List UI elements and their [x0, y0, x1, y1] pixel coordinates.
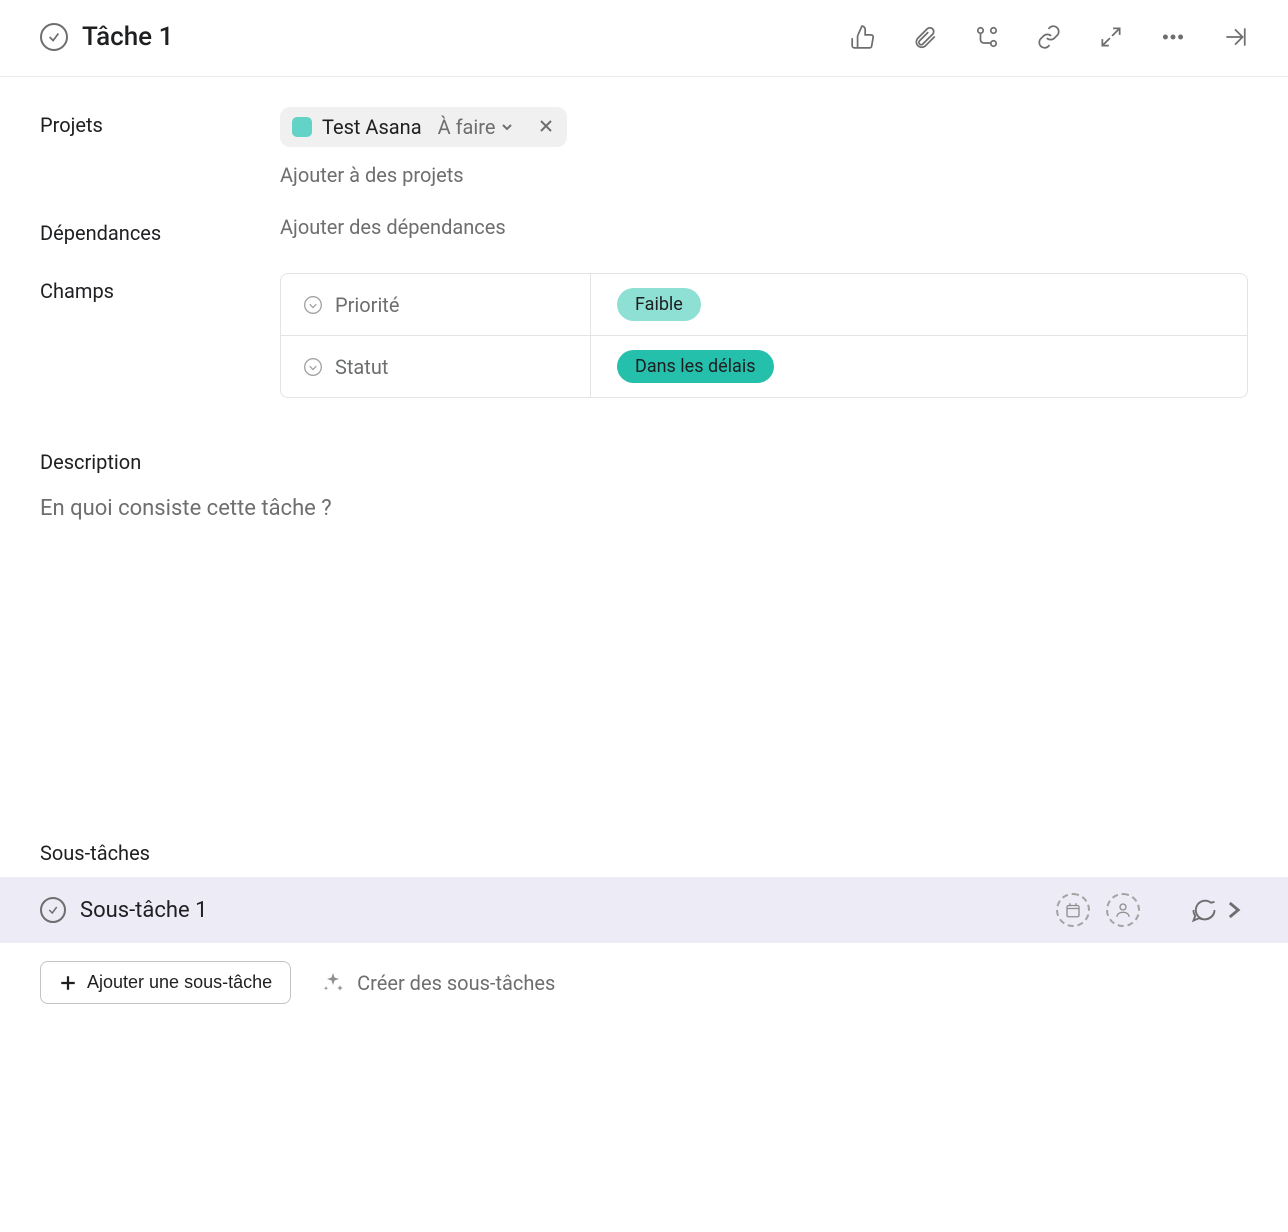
chevron-right-icon [1220, 896, 1248, 924]
project-remove-button[interactable] [539, 117, 553, 138]
projects-row: Projets Test Asana À faire Ajouter à des… [40, 107, 1248, 187]
ai-create-subtasks-label: Créer des sous-tâches [357, 971, 555, 995]
description-label: Description [40, 450, 1248, 474]
calendar-icon [1064, 901, 1082, 919]
comment-icon [1190, 896, 1218, 924]
subtask-details-button[interactable] [1190, 896, 1248, 924]
add-dependencies-link[interactable]: Ajouter des dépendances [280, 215, 506, 239]
custom-fields-table: Priorité Faible Statut Dans les délais [280, 273, 1248, 398]
like-button[interactable] [850, 24, 876, 50]
project-chip[interactable]: Test Asana À faire [280, 107, 567, 147]
dependencies-value: Ajouter des dépendances [280, 215, 1248, 239]
custom-field-name-text: Statut [335, 355, 388, 379]
subtasks-label: Sous-tâches [0, 841, 1288, 865]
person-icon [1114, 901, 1132, 919]
custom-fields-value: Priorité Faible Statut Dans les délais [280, 273, 1248, 398]
subtask-footer: Ajouter une sous-tâche Créer des sous-tâ… [0, 943, 1288, 1022]
dropdown-field-icon [303, 295, 323, 315]
add-subtask-label: Ajouter une sous-tâche [87, 972, 272, 993]
subtask-complete-button[interactable] [40, 897, 66, 923]
fullscreen-button[interactable] [1098, 24, 1124, 50]
task-header: Tâche 1 [0, 0, 1288, 77]
description-section: Description En quoi consiste cette tâche… [40, 450, 1248, 521]
check-icon [47, 904, 59, 916]
custom-field-row-priority: Priorité Faible [281, 274, 1247, 336]
collapse-right-icon [1222, 24, 1248, 50]
link-icon [1036, 24, 1062, 50]
custom-field-name: Priorité [281, 274, 591, 335]
chevron-down-icon [499, 119, 515, 135]
dropdown-field-icon [303, 357, 323, 377]
custom-field-row-status: Statut Dans les délais [281, 336, 1247, 397]
project-section-dropdown[interactable]: À faire [438, 115, 516, 139]
custom-field-name: Statut [281, 336, 591, 397]
dots-icon [1160, 24, 1186, 50]
project-section-label: À faire [438, 115, 496, 139]
subtask-toolbar-button[interactable] [974, 24, 1000, 50]
add-subtask-button[interactable]: Ajouter une sous-tâche [40, 961, 291, 1004]
project-name: Test Asana [322, 115, 422, 139]
thumbs-up-icon [850, 24, 876, 50]
expand-icon [1098, 24, 1124, 50]
custom-fields-label: Champs [40, 273, 280, 303]
close-panel-button[interactable] [1222, 24, 1248, 50]
priority-pill: Faible [617, 288, 701, 321]
subtask-row[interactable]: Sous-tâche 1 [0, 877, 1288, 943]
subtasks-section: Sous-tâches Sous-tâche 1 Ajouter une sou… [0, 841, 1288, 1022]
task-content: Projets Test Asana À faire Ajouter à des… [0, 77, 1288, 541]
custom-field-name-text: Priorité [335, 293, 399, 317]
projects-label: Projets [40, 107, 280, 137]
custom-field-value-status[interactable]: Dans les délais [591, 336, 1247, 397]
header-left: Tâche 1 [40, 22, 850, 52]
more-actions-button[interactable] [1160, 24, 1186, 50]
subtask-due-date-button[interactable] [1056, 893, 1090, 927]
dependencies-row: Dépendances Ajouter des dépendances [40, 215, 1248, 245]
custom-field-value-priority[interactable]: Faible [591, 274, 1247, 335]
task-title[interactable]: Tâche 1 [82, 22, 173, 52]
attachment-button[interactable] [912, 24, 938, 50]
plus-icon [59, 974, 77, 992]
complete-task-button[interactable] [40, 23, 68, 51]
paperclip-icon [912, 24, 938, 50]
subtask-name[interactable]: Sous-tâche 1 [80, 898, 1042, 923]
add-to-projects-link[interactable]: Ajouter à des projets [280, 163, 1248, 187]
subtask-icon [974, 24, 1000, 50]
status-pill: Dans les délais [617, 350, 774, 383]
subtask-assignee-button[interactable] [1106, 893, 1140, 927]
header-actions [850, 24, 1248, 50]
projects-value: Test Asana À faire Ajouter à des projets [280, 107, 1248, 187]
custom-fields-row: Champs Priorité Faible Statut [40, 273, 1248, 398]
dependencies-label: Dépendances [40, 215, 280, 245]
close-icon [539, 119, 553, 133]
sparkle-icon [321, 971, 345, 995]
check-icon [47, 30, 61, 44]
ai-create-subtasks-button[interactable]: Créer des sous-tâches [321, 971, 555, 995]
project-color-swatch [292, 117, 312, 137]
subtask-actions [1056, 893, 1248, 927]
copy-link-button[interactable] [1036, 24, 1062, 50]
description-input[interactable]: En quoi consiste cette tâche ? [40, 496, 1248, 521]
